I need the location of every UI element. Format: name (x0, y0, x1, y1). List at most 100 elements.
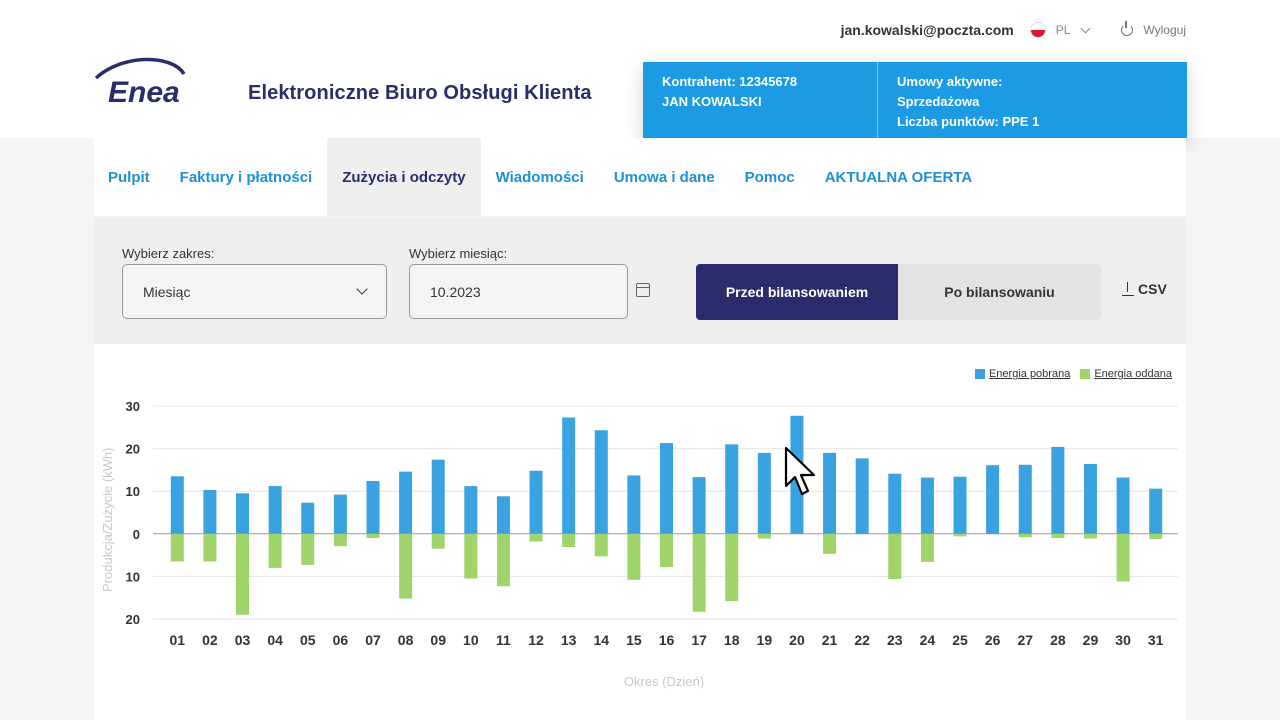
bar-oddana (496, 533, 510, 587)
bar-oddana (823, 533, 837, 554)
tab-zuzycia[interactable]: Zużycia i odczyty (327, 138, 481, 216)
bar-oddana (888, 533, 902, 579)
x-tick-label: 12 (528, 632, 544, 648)
main-nav: Pulpit Faktury i płatności Zużycia i odc… (94, 138, 1186, 216)
bar-oddana (953, 533, 967, 537)
x-tick-label: 14 (593, 632, 609, 648)
x-tick-label: 31 (1148, 632, 1164, 648)
bar-oddana (301, 533, 315, 565)
mouse-cursor-icon (784, 446, 816, 496)
bar-pobrana (986, 465, 1000, 534)
bar-oddana (333, 533, 347, 547)
contractor-number: Kontrahent: 12345678 (662, 74, 798, 89)
bar-pobrana (236, 493, 250, 534)
x-tick-label: 10 (463, 632, 479, 648)
y-tick-label: 10 (126, 569, 140, 584)
bar-oddana (464, 533, 478, 579)
x-tick-label: 02 (202, 632, 218, 648)
bar-pobrana (333, 494, 347, 534)
bar-pobrana (1083, 463, 1097, 534)
y-tick-label: 30 (126, 399, 140, 414)
bar-oddana (562, 533, 576, 548)
x-tick-label: 08 (398, 632, 414, 648)
tab-wiadomosci[interactable]: Wiadomości (481, 138, 599, 216)
bar-oddana (594, 533, 608, 557)
x-tick-label: 09 (430, 632, 446, 648)
bar-oddana (1018, 533, 1032, 538)
calendar-icon[interactable] (636, 283, 650, 297)
language-selector[interactable]: PL (1056, 23, 1071, 37)
bar-pobrana (660, 443, 673, 534)
x-tick-label: 24 (920, 632, 936, 648)
chevron-down-icon[interactable] (1080, 23, 1091, 33)
bar-pobrana (888, 473, 902, 534)
x-tick-label: 04 (267, 632, 283, 648)
points-count: Liczba punktów: PPE 1 (897, 114, 1040, 129)
x-tick-label: 20 (789, 632, 805, 648)
y-tick-label: 20 (126, 612, 140, 627)
poland-flag-icon[interactable] (1029, 22, 1046, 38)
bar-oddana (431, 533, 445, 549)
bar-oddana (203, 533, 217, 562)
x-tick-label: 29 (1083, 632, 1099, 648)
bar-pobrana (1018, 464, 1032, 534)
range-select[interactable]: Miesiąc (122, 264, 387, 319)
bar-pobrana (692, 477, 706, 534)
x-tick-label: 25 (952, 632, 968, 648)
x-axis-label: Okres (Dzień) (623, 674, 705, 689)
bar-oddana (757, 533, 771, 539)
x-tick-label: 30 (1115, 632, 1131, 648)
power-icon[interactable] (1121, 21, 1134, 36)
x-tick-label: 19 (757, 632, 773, 648)
tab-faktury[interactable]: Faktury i płatności (165, 138, 328, 216)
bar-pobrana (757, 452, 771, 534)
bar-oddana (366, 533, 380, 539)
x-tick-label: 05 (300, 632, 316, 648)
app-title: Elektroniczne Biuro Obsługi Klienta (248, 82, 592, 104)
x-tick-label: 16 (659, 632, 675, 648)
bar-oddana (529, 533, 543, 542)
x-tick-label: 21 (822, 632, 838, 648)
x-tick-label: 11 (496, 632, 511, 648)
bar-pobrana (1051, 446, 1065, 534)
x-tick-label: 28 (1050, 632, 1066, 648)
after-balance-button[interactable]: Po bilansowaniu (898, 264, 1101, 320)
bar-pobrana (953, 476, 967, 534)
page: Enea Elektroniczne Biuro Obsługi Klienta… (0, 0, 1280, 720)
x-tick-label: 26 (985, 632, 1001, 648)
bar-pobrana (627, 475, 641, 534)
tab-umowa[interactable]: Umowa i dane (599, 138, 730, 216)
x-tick-label: 06 (333, 632, 349, 648)
bar-pobrana (268, 486, 282, 534)
client-info-right: Umowy aktywne: Sprzedażowa Liczba punktó… (878, 62, 1058, 138)
bar-pobrana (1116, 477, 1130, 534)
csv-download-button[interactable]: CSV (1122, 281, 1167, 297)
bar-pobrana (594, 430, 608, 534)
tab-pulpit[interactable]: Pulpit (94, 138, 165, 216)
bar-pobrana (464, 486, 478, 534)
x-tick-label: 07 (365, 632, 381, 648)
client-info-left: Kontrahent: 12345678 JAN KOWALSKI (643, 62, 878, 138)
x-tick-label: 17 (691, 632, 707, 648)
x-tick-label: 13 (561, 632, 577, 648)
logo-text: Enea (108, 76, 180, 106)
user-bar: jan.kowalski@poczta.com PL Wyloguj (840, 21, 1186, 38)
month-input[interactable]: 10.2023 (409, 264, 628, 319)
y-tick-label: 10 (126, 484, 140, 499)
user-email: jan.kowalski@poczta.com (840, 22, 1014, 38)
bar-pobrana (529, 470, 543, 534)
bar-oddana (170, 533, 184, 562)
enea-logo[interactable]: Enea (92, 56, 216, 106)
bar-pobrana (301, 502, 315, 534)
bar-oddana (236, 533, 250, 615)
x-tick-label: 15 (626, 632, 642, 648)
bar-oddana (920, 533, 934, 562)
tab-pomoc[interactable]: Pomoc (730, 138, 810, 216)
tab-oferta[interactable]: AKTUALNA OFERTA (810, 138, 987, 216)
download-icon (1122, 282, 1134, 297)
bar-oddana (1083, 533, 1097, 539)
bar-pobrana (823, 452, 837, 534)
before-balance-button[interactable]: Przed bilansowaniem (696, 264, 898, 320)
client-name: JAN KOWALSKI (662, 94, 762, 109)
logout-button[interactable]: Wyloguj (1143, 23, 1186, 37)
